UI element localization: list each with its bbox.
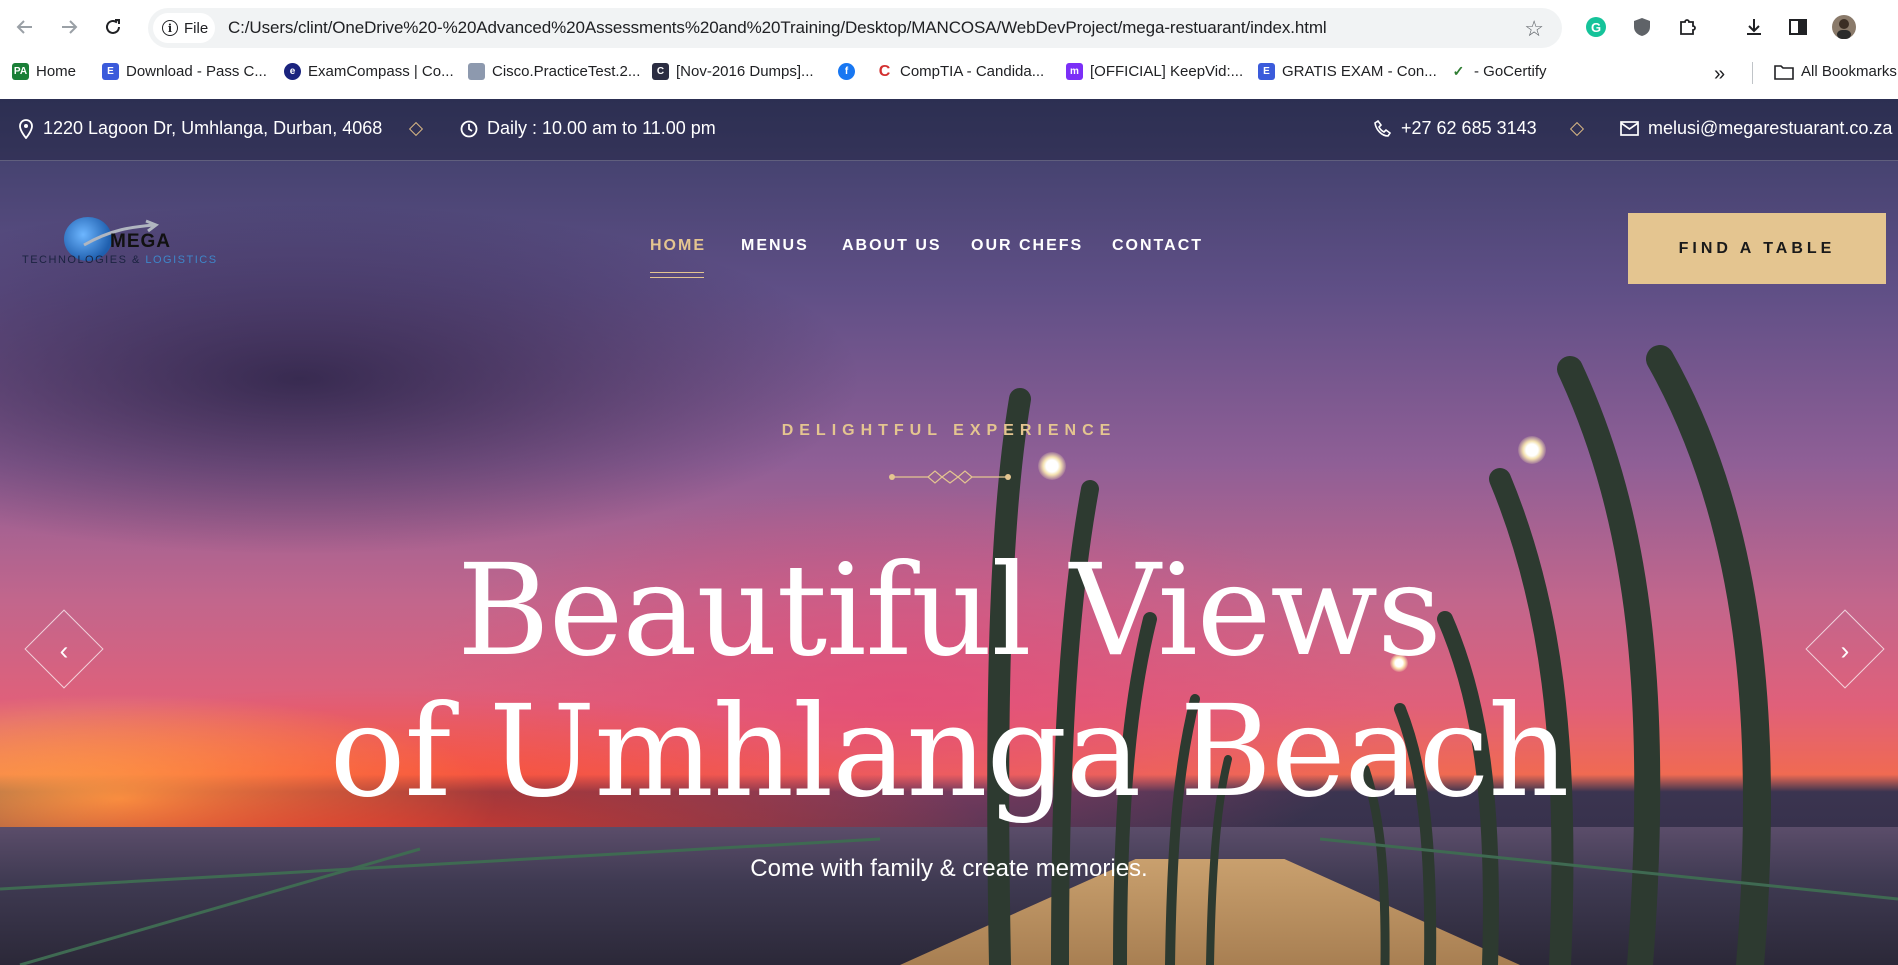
hero-subtitle: Come with family & create memories. xyxy=(750,855,1148,882)
nav-contact[interactable]: CONTACT xyxy=(1112,237,1203,255)
bookmark-favicon-icon: E xyxy=(1258,63,1275,80)
bookmark-label: GRATIS EXAM - Con... xyxy=(1282,63,1437,80)
bookmarks-bar: PA Home E Download - Pass C... e ExamCom… xyxy=(0,58,1898,88)
clock-icon xyxy=(460,120,478,137)
restaurant-page: 1220 Lagoon Dr, Umhlanga, Durban, 4068 D… xyxy=(0,99,1898,965)
reload-icon xyxy=(106,19,120,34)
mail-icon xyxy=(1620,121,1639,136)
nav-about-us[interactable]: ABOUT US xyxy=(842,237,942,255)
bookmarks-divider xyxy=(1752,62,1753,84)
all-bookmarks-button[interactable]: All Bookmarks xyxy=(1774,63,1897,80)
site-info-chip[interactable]: i File xyxy=(153,13,215,43)
bookmark-favicon-icon: e xyxy=(284,63,301,80)
active-nav-underline xyxy=(650,272,704,278)
facebook-icon: f xyxy=(838,63,855,80)
email-text: melusi@megarestuarant.co.za xyxy=(1648,118,1893,138)
chevron-right-icon: › xyxy=(1840,634,1850,665)
bookmark-item[interactable]: E Download - Pass C... xyxy=(102,63,267,80)
bookmark-favicon-icon: PA xyxy=(12,63,29,80)
contact-info-bar: 1220 Lagoon Dr, Umhlanga, Durban, 4068 D… xyxy=(0,99,1898,161)
bookmark-item[interactable]: e ExamCompass | Co... xyxy=(284,63,454,80)
arrow-right-icon xyxy=(62,20,78,34)
bookmark-label: CompTIA - Candida... xyxy=(900,63,1045,80)
address-bar[interactable]: i File C:/Users/clint/OneDrive%20-%20Adv… xyxy=(148,8,1562,48)
site-logo[interactable]: MEGA TECHNOLOGIES & LOGISTICS xyxy=(22,217,222,287)
lamp-light-decor xyxy=(1518,436,1546,464)
chevron-left-icon: ‹ xyxy=(59,634,69,665)
ornament-divider-icon xyxy=(889,470,1011,484)
hero-title-line-2: of Umhlanga Beach xyxy=(329,678,1570,825)
logo-tagline: TECHNOLOGIES & LOGISTICS xyxy=(22,254,218,266)
address-item: 1220 Lagoon Dr, Umhlanga, Durban, 4068 xyxy=(18,118,382,139)
bookmark-label: - GoCertify xyxy=(1474,63,1547,80)
info-icon: i xyxy=(162,20,178,36)
puzzle-extensions-icon[interactable] xyxy=(1674,13,1702,41)
bookmark-item[interactable]: PA Home xyxy=(12,63,76,80)
bookmark-label: [Nov-2016 Dumps]... xyxy=(676,63,814,80)
bookmark-item[interactable]: f xyxy=(838,63,855,80)
browser-toolbar: i File C:/Users/clint/OneDrive%20-%20Adv… xyxy=(0,0,1898,55)
bookmark-item[interactable]: C [Nov-2016 Dumps]... xyxy=(652,63,814,80)
folder-icon xyxy=(1774,64,1794,80)
bookmark-item[interactable]: ✓ - GoCertify xyxy=(1450,63,1547,80)
arrow-left-icon xyxy=(16,20,32,34)
bookmark-label: Cisco.PracticeTest.2... xyxy=(492,63,641,80)
forward-button[interactable] xyxy=(54,12,84,42)
bookmark-favicon-icon: C xyxy=(652,63,669,80)
find-a-table-button[interactable]: FIND A TABLE xyxy=(1628,213,1886,284)
bookmark-item[interactable]: E GRATIS EXAM - Con... xyxy=(1258,63,1437,80)
lamp-light-decor xyxy=(1038,452,1066,480)
bookmark-label: ExamCompass | Co... xyxy=(308,63,454,80)
hours-item: Daily : 10.00 am to 11.00 pm xyxy=(460,118,716,139)
nav-menus[interactable]: MENUS xyxy=(741,237,809,255)
nav-our-chefs[interactable]: OUR CHEFS xyxy=(971,237,1083,255)
file-label: File xyxy=(184,19,209,37)
hours-text: Daily : 10.00 am to 11.00 pm xyxy=(487,118,716,138)
bookmark-item[interactable]: Cisco.PracticeTest.2... xyxy=(468,63,640,80)
bookmark-item[interactable]: m [OFFICIAL] KeepVid:... xyxy=(1066,63,1243,80)
back-button[interactable] xyxy=(10,12,40,42)
reload-button[interactable] xyxy=(98,12,128,42)
svg-text:G: G xyxy=(1591,20,1601,35)
side-panel-icon[interactable] xyxy=(1784,13,1812,41)
grammarly-icon[interactable]: G xyxy=(1582,13,1610,41)
browser-chrome: i File C:/Users/clint/OneDrive%20-%20Adv… xyxy=(0,0,1898,99)
address-text: 1220 Lagoon Dr, Umhlanga, Durban, 4068 xyxy=(43,118,383,138)
url-text[interactable]: C:/Users/clint/OneDrive%20-%20Advanced%2… xyxy=(228,18,1327,38)
bookmark-favicon-icon xyxy=(468,63,485,80)
nav-home[interactable]: HOME xyxy=(650,237,706,255)
all-bookmarks-label: All Bookmarks xyxy=(1801,63,1897,80)
bookmark-favicon-icon: E xyxy=(102,63,119,80)
bookmark-label: Download - Pass C... xyxy=(126,63,267,80)
phone-text: +27 62 685 3143 xyxy=(1401,118,1537,138)
shield-extension-icon[interactable] xyxy=(1628,13,1656,41)
email-item[interactable]: melusi@megarestuarant.co.za xyxy=(1620,118,1892,139)
phone-icon xyxy=(1374,119,1392,137)
more-bookmarks-button[interactable]: » xyxy=(1714,63,1725,86)
bookmark-label: [OFFICIAL] KeepVid:... xyxy=(1090,63,1244,80)
bookmark-favicon-icon: ✓ xyxy=(1450,63,1467,80)
map-pin-icon xyxy=(19,118,33,139)
bookmark-item[interactable]: C CompTIA - Candida... xyxy=(876,63,1044,80)
diamond-separator-icon xyxy=(1569,121,1585,137)
bookmark-star-icon[interactable]: ☆ xyxy=(1524,16,1544,42)
pier-arches-scenery xyxy=(0,345,1898,965)
diamond-separator-icon xyxy=(408,121,424,137)
download-icon[interactable] xyxy=(1740,13,1768,41)
logo-tagline-part: TECHNOLOGIES & xyxy=(22,254,146,266)
hero-title-line-1: Beautiful Views xyxy=(457,537,1442,684)
profile-avatar[interactable] xyxy=(1830,13,1858,41)
phone-item[interactable]: +27 62 685 3143 xyxy=(1374,118,1537,139)
bookmark-favicon-icon: C xyxy=(876,63,893,80)
bookmark-label: Home xyxy=(36,63,77,80)
bookmark-favicon-icon: m xyxy=(1066,63,1083,80)
logo-tagline-part: LOGISTICS xyxy=(145,254,218,266)
logo-wordmark: MEGA xyxy=(110,231,171,252)
hero-eyebrow: DELIGHTFUL EXPERIENCE xyxy=(781,422,1117,439)
